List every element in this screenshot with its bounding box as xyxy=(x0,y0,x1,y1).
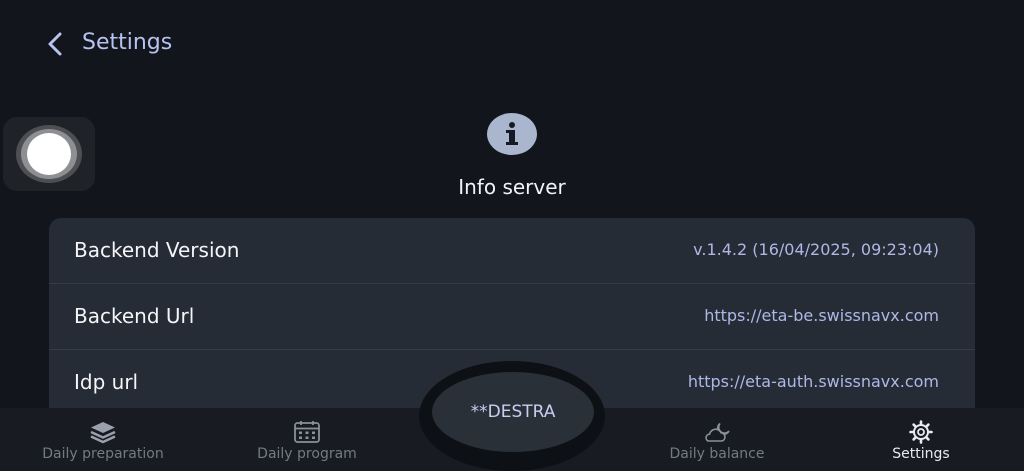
row-value: https://eta-be.swissnavx.com xyxy=(704,306,939,325)
center-action-label[interactable]: **DESTRA xyxy=(432,400,594,424)
nav-label: Daily preparation xyxy=(42,446,164,462)
top-bar: Settings xyxy=(0,0,1024,90)
nav-item-daily-preparation[interactable]: Daily preparation xyxy=(28,408,178,471)
assistive-dot xyxy=(27,133,71,175)
gear-icon xyxy=(909,420,933,444)
info-icon-base xyxy=(506,142,518,145)
row-label: Idp url xyxy=(74,370,139,394)
calendar-icon xyxy=(294,421,320,443)
section-title: Info server xyxy=(458,175,566,199)
nav-label: Daily program xyxy=(257,446,357,462)
info-row-backend-url: Backend Url https://eta-be.swissnavx.com xyxy=(49,284,975,350)
page-title: Settings xyxy=(82,30,173,55)
cloud-moon-icon xyxy=(705,422,730,442)
nav-item-daily-program[interactable]: Daily program xyxy=(240,408,374,471)
stack-layers-icon xyxy=(90,422,116,444)
back-button[interactable] xyxy=(40,28,72,60)
row-label: Backend Url xyxy=(74,304,195,328)
row-value: v.1.4.2 (16/04/2025, 09:23:04) xyxy=(693,240,939,259)
chevron-left-icon xyxy=(48,32,62,56)
info-row-backend-version: Backend Version v.1.4.2 (16/04/2025, 09:… xyxy=(49,218,975,284)
nav-item-daily-balance[interactable]: Daily balance xyxy=(650,408,784,471)
info-icon-dot xyxy=(509,122,515,128)
row-label: Backend Version xyxy=(74,238,240,262)
nav-label: Daily balance xyxy=(669,446,765,462)
info-circle-icon xyxy=(487,113,537,155)
nav-item-settings[interactable]: Settings xyxy=(870,408,972,471)
nav-label: Settings xyxy=(892,446,950,462)
row-value: https://eta-auth.swissnavx.com xyxy=(687,372,939,391)
